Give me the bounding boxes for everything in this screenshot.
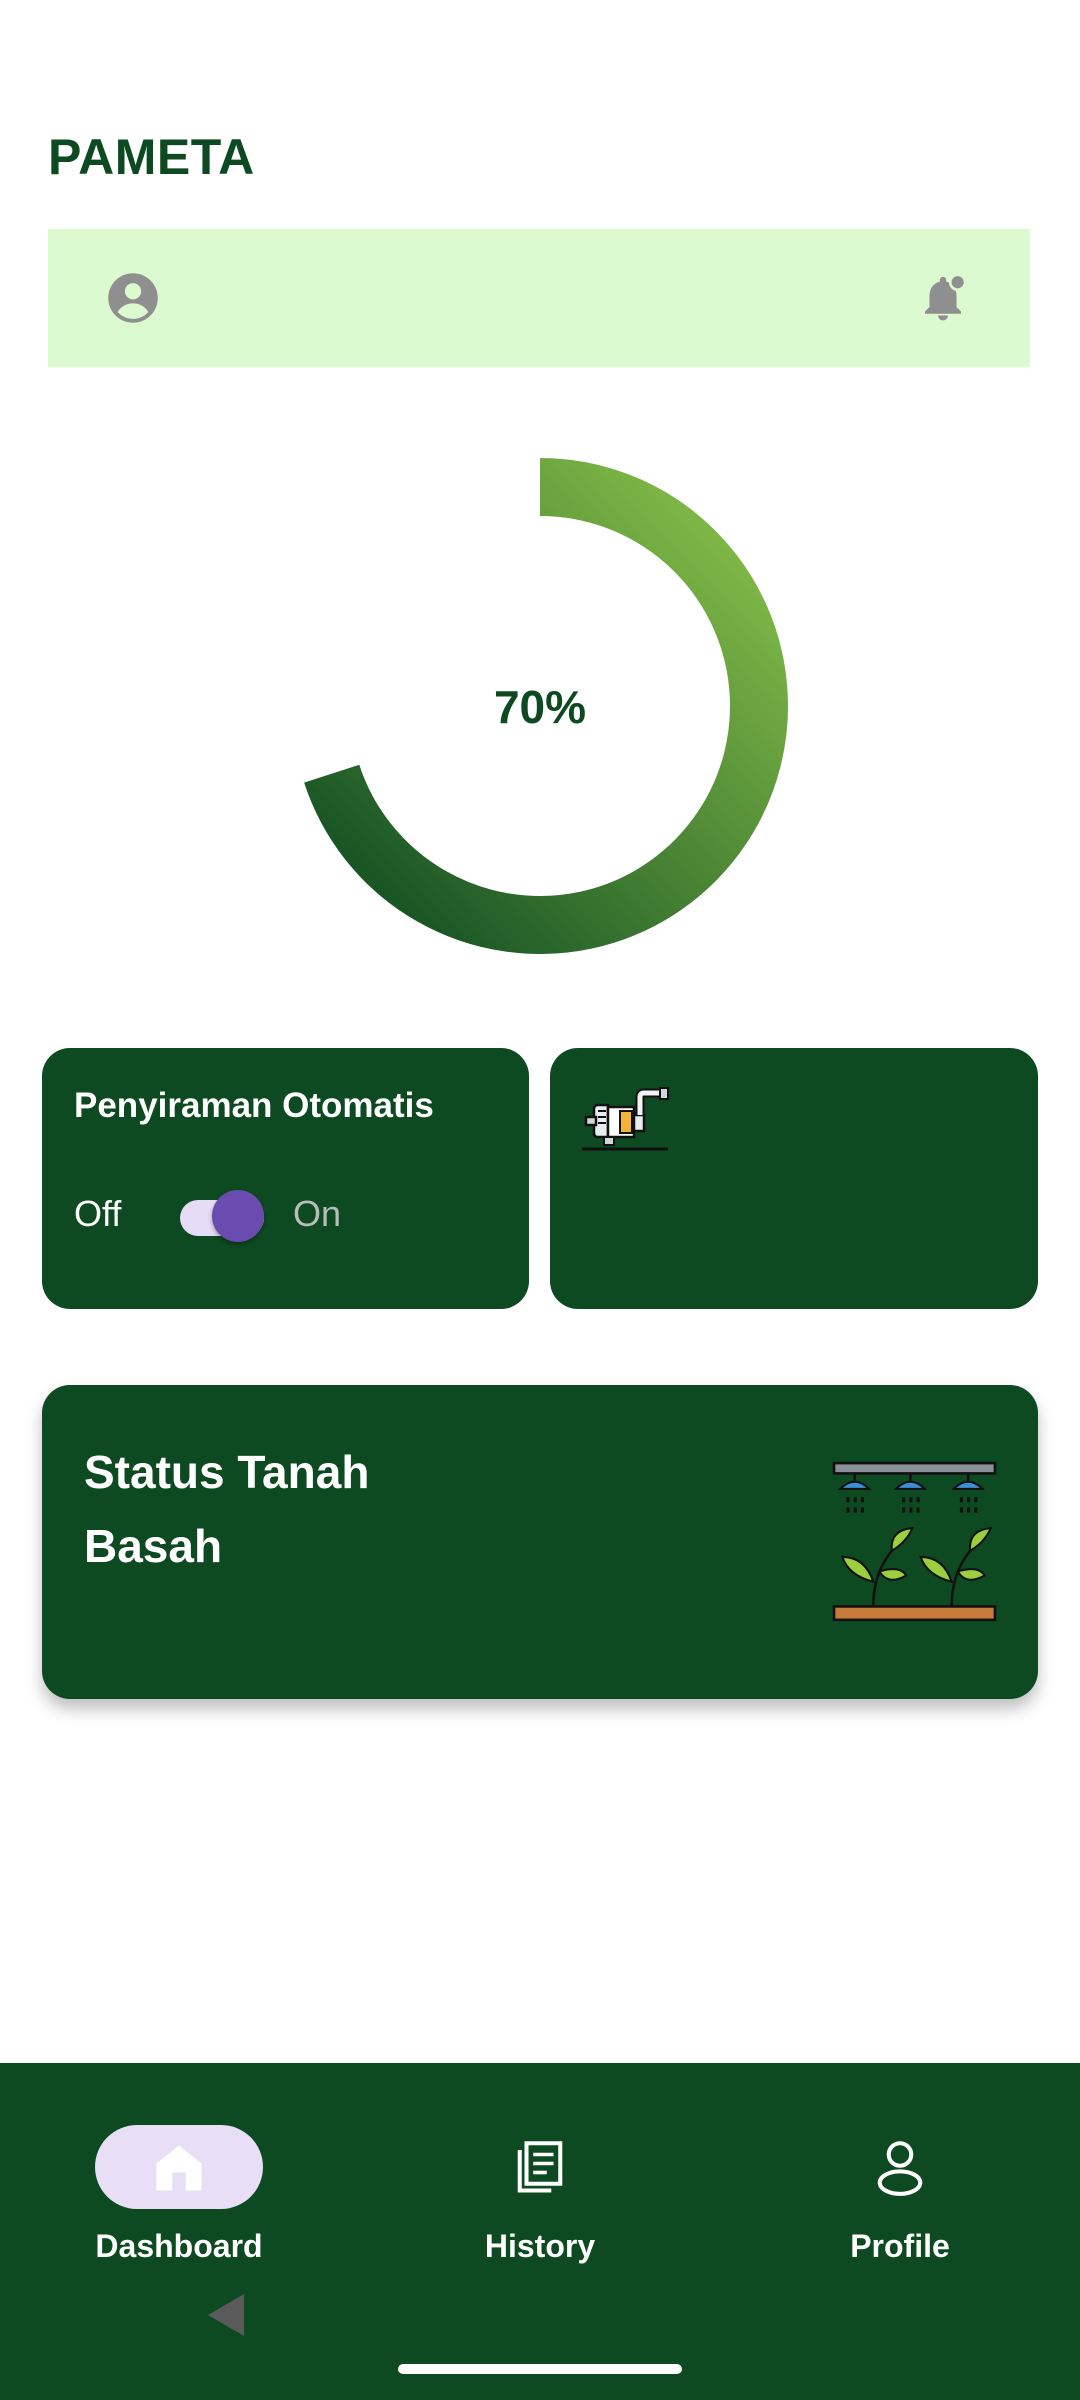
soil-status-title: Status Tanah	[84, 1446, 370, 1498]
system-home-handle[interactable]	[398, 2364, 682, 2374]
account-circle-icon[interactable]	[106, 271, 160, 325]
auto-watering-card: Penyiraman Otomatis Off On	[42, 1048, 529, 1309]
soil-status-value: Basah	[84, 1520, 223, 1572]
toggle-on-label: On	[293, 1193, 342, 1234]
auto-watering-switch[interactable]	[180, 1188, 266, 1244]
app-title: PAMETA	[48, 129, 255, 185]
documents-icon	[517, 2141, 563, 2193]
water-pump-icon	[582, 1087, 669, 1151]
nav-history[interactable]: History	[390, 2093, 690, 2273]
nav-dashboard[interactable]: Dashboard	[29, 2093, 329, 2273]
auto-watering-title: Penyiraman Otomatis	[74, 1086, 434, 1125]
nav-profile-label: Profile	[850, 2228, 950, 2264]
moisture-value: 70%	[493, 681, 587, 733]
nav-dashboard-label: Dashboard	[95, 2228, 263, 2264]
irrigation-plants-icon	[832, 1461, 997, 1622]
notification-bell-icon[interactable]	[916, 271, 970, 325]
home-icon	[156, 2145, 202, 2191]
bottom-navigation: Dashboard History Profile	[0, 2063, 1080, 2400]
nav-profile[interactable]: Profile	[750, 2093, 1050, 2273]
person-icon	[877, 2141, 923, 2196]
switch-thumb[interactable]	[212, 1190, 264, 1242]
soil-status-card: Status Tanah Basah	[42, 1385, 1038, 1699]
top-bar	[48, 229, 1030, 367]
system-back-icon[interactable]	[204, 2292, 250, 2338]
soil-status-text: Status Tanah Basah	[84, 1435, 369, 1583]
toggle-off-label: Off	[74, 1193, 122, 1234]
pump-card[interactable]	[550, 1048, 1038, 1309]
nav-history-label: History	[484, 2228, 596, 2264]
